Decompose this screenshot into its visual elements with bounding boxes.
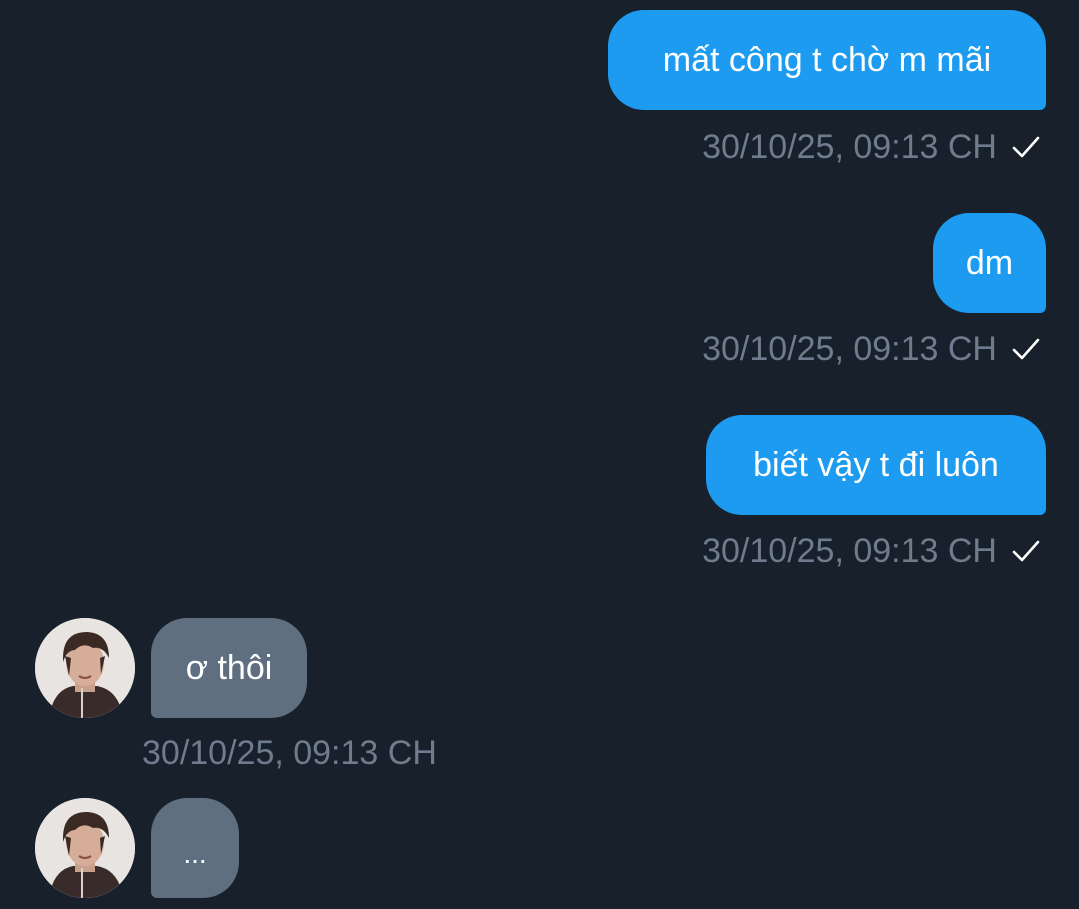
message-bubble-outgoing[interactable]: biết vậy t đi luôn <box>706 415 1046 515</box>
typing-indicator-text: ... <box>183 838 207 869</box>
message-timestamp: 30/10/25, 09:13 CH <box>702 126 1041 168</box>
message-text: mất công t chờ m mãi <box>662 41 992 79</box>
contact-avatar[interactable] <box>35 618 135 718</box>
message-bubble-outgoing[interactable]: dm <box>933 213 1046 313</box>
message-text: biết vậy t đi luôn <box>753 446 999 484</box>
timestamp-text: 30/10/25, 09:13 CH <box>702 531 997 570</box>
timestamp-text: 30/10/25, 09:13 CH <box>142 733 437 772</box>
chat-thread: mất công t chờ m mãi 30/10/25, 09:13 CH … <box>0 0 1079 909</box>
contact-avatar[interactable] <box>35 798 135 898</box>
avatar-image <box>35 618 135 718</box>
message-timestamp: 30/10/25, 09:13 CH <box>702 328 1041 370</box>
check-icon <box>1012 540 1040 562</box>
check-icon <box>1012 136 1040 158</box>
message-timestamp: 30/10/25, 09:13 CH <box>702 530 1041 572</box>
message-text: ơ thôi <box>185 649 273 687</box>
avatar-image <box>35 798 135 898</box>
timestamp-text: 30/10/25, 09:13 CH <box>702 127 997 166</box>
message-text: dm <box>965 244 1014 282</box>
check-icon <box>1012 338 1040 360</box>
timestamp-text: 30/10/25, 09:13 CH <box>702 329 997 368</box>
message-timestamp: 30/10/25, 09:13 CH <box>142 732 437 774</box>
typing-indicator-bubble: ... <box>151 798 239 898</box>
message-bubble-outgoing[interactable]: mất công t chờ m mãi <box>608 10 1046 110</box>
message-bubble-incoming[interactable]: ơ thôi <box>151 618 307 718</box>
